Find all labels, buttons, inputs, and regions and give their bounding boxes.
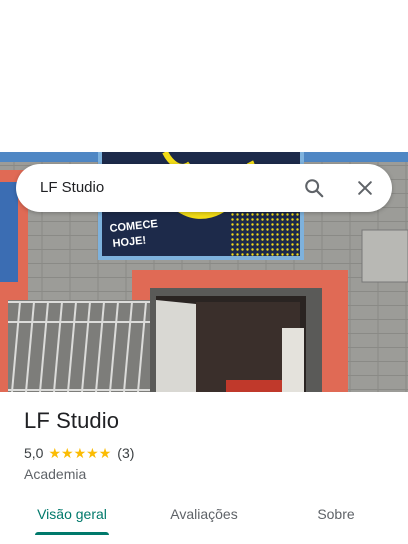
rating-value: 5,0 [24, 445, 44, 461]
rating-row[interactable]: 5,0 ★ ★ ★ ★ ★ (3) [24, 444, 134, 462]
star-icon: ★ [73, 445, 87, 461]
clear-search-button[interactable] [349, 172, 381, 204]
star-icon: ★ [98, 445, 112, 461]
tab-about[interactable]: Sobre [288, 496, 384, 536]
map-area [0, 0, 408, 152]
place-page: COMECE HOJE! LF Studio LF Studio 5,0 ★ ★… [0, 0, 408, 544]
search-button[interactable] [298, 172, 330, 204]
place-category: Academia [24, 466, 87, 482]
search-icon [305, 179, 324, 198]
close-icon [358, 181, 372, 195]
active-tab-indicator [35, 532, 109, 535]
place-tabs: Visão geral Avaliações Sobre [0, 496, 408, 536]
rating-stars: ★ ★ ★ ★ ★ [48, 446, 111, 460]
place-name: LF Studio [24, 408, 120, 433]
review-count[interactable]: (3) [117, 445, 134, 461]
tab-overview[interactable]: Visão geral [24, 496, 120, 536]
star-icon: ★ [86, 445, 99, 461]
place-info-panel: LF Studio 5,0 ★ ★ ★ ★ ★ (3) Academia Vis… [0, 392, 408, 544]
search-input[interactable]: LF Studio [40, 164, 104, 212]
search-bar[interactable]: LF Studio [16, 164, 392, 212]
star-icon: ★ [61, 445, 74, 461]
tab-reviews[interactable]: Avaliações [156, 496, 252, 536]
star-icon: ★ [48, 445, 62, 461]
